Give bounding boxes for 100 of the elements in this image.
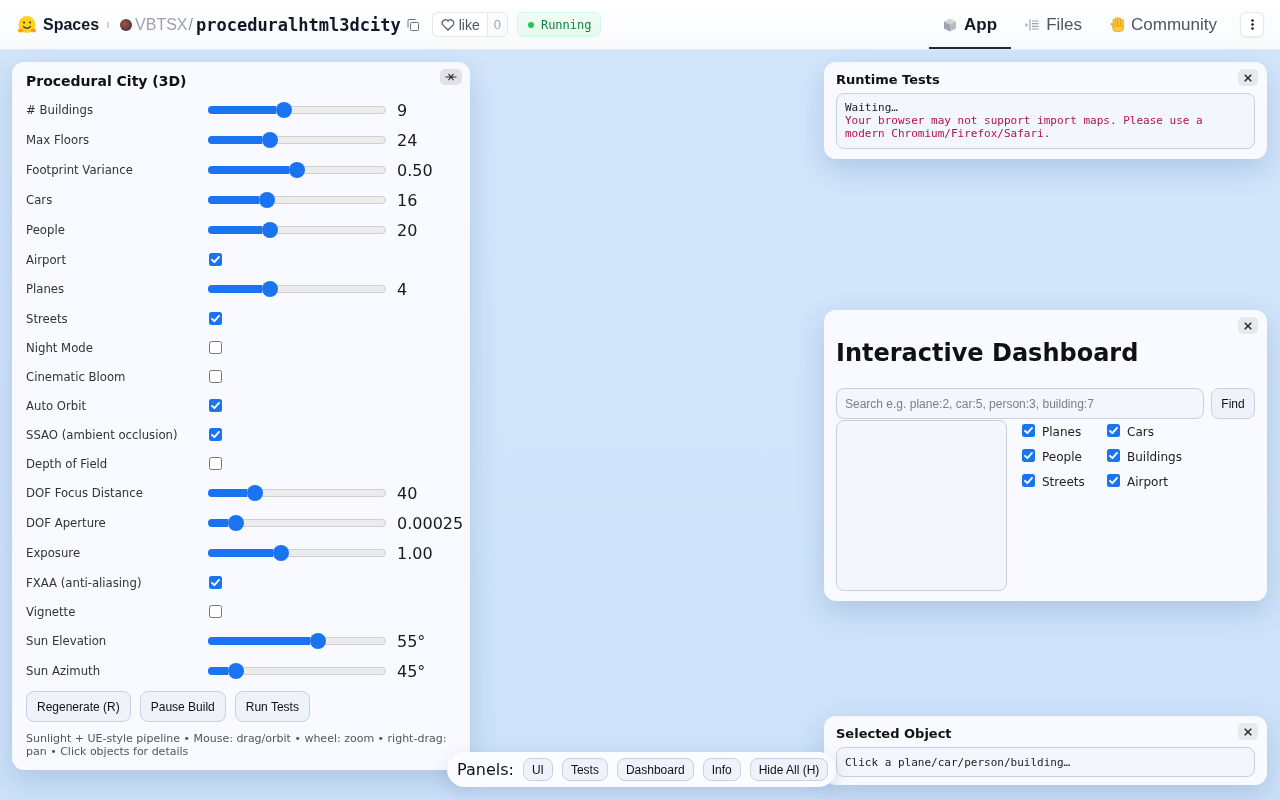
slider-track[interactable] [208,663,386,679]
slider-value: 4 [397,279,409,299]
more-button[interactable] [1240,12,1264,37]
slider-value: 9 [397,100,409,120]
checkbox[interactable] [1022,423,1035,437]
slider-track[interactable] [208,545,386,561]
slider-value: 55° [397,631,427,651]
checkbox[interactable] [209,253,222,266]
slider-value: 45° [397,661,427,681]
status-text: Running [540,17,592,32]
close-button[interactable] [1238,69,1258,86]
close-button[interactable] [1238,317,1258,334]
like-button[interactable]: like [431,12,487,37]
tab[interactable]: Files [1011,0,1097,49]
checkbox[interactable] [209,576,222,589]
checkbox[interactable] [1022,473,1035,487]
filter-label: Planes [1042,424,1082,439]
setting-label: People [26,223,66,237]
hand-icon [1110,17,1125,32]
setting-label: Night Mode [26,340,94,355]
setting-label: DOF Aperture [26,516,107,530]
slider-thumb[interactable] [259,192,276,208]
slider-value: 20 [397,220,419,240]
checkbox[interactable] [1107,423,1120,437]
slider-track[interactable] [208,281,386,297]
app-canvas[interactable] [0,50,1280,800]
smiley-icon [17,14,37,35]
slider-thumb[interactable] [272,545,289,561]
checkbox[interactable] [209,457,222,470]
setting-label: Cars [26,193,54,207]
slider-thumb[interactable] [228,515,245,531]
slider-thumb[interactable] [261,281,278,297]
slider-track[interactable] [208,633,386,649]
slider-thumb[interactable] [309,633,326,649]
filter-label: Streets [1042,474,1085,489]
panel-title: Procedural City (3D) [26,72,187,91]
find-button[interactable]: Find [1211,388,1255,419]
checkbox[interactable] [209,370,222,383]
slider-value: 0.50 [397,160,434,180]
slider-thumb[interactable] [247,485,264,501]
action-button[interactable]: Regenerate (R) [26,691,131,722]
close-button[interactable] [1238,723,1258,740]
selection-info: Click a plane/car/person/building… [836,747,1255,777]
close-icon [1244,727,1252,736]
panel-toggle-button[interactable]: Hide All (H) [749,758,829,781]
slider-track[interactable] [208,515,386,531]
close-button[interactable] [440,69,462,85]
filter-label: Airport [1127,474,1169,489]
checkbox[interactable] [209,399,222,412]
panel-toggle-button[interactable]: Info [702,758,741,781]
setting-label: Streets [26,311,69,326]
slider-track[interactable] [208,102,386,118]
heart-icon [440,18,455,31]
dashboard-title: Interactive Dashboard [836,339,1139,367]
like-count: 0 [486,12,508,37]
path-separator: / [188,15,193,34]
help-text: Sunlight + UE-style pipeline • Mouse: drag/orbit • wheel: zoom • right-drag: pan • Click objects for details [26,732,448,758]
setting-label: DOF Focus Distance [26,486,144,500]
action-button[interactable]: Pause Build [139,691,226,722]
panel-title: Runtime Tests [836,71,940,88]
panel-toggle-button[interactable]: UI [522,758,553,781]
setting-label: Sun Azimuth [26,664,102,678]
setting-label: Max Floors [26,133,91,147]
slider-thumb[interactable] [289,162,305,178]
slider-track[interactable] [208,162,386,178]
checkbox[interactable] [209,605,222,618]
checkbox[interactable] [209,312,222,325]
checkbox[interactable] [209,428,222,441]
spaces-title[interactable]: Spaces [43,15,100,34]
slider-thumb[interactable] [276,102,293,118]
search-field[interactable]: Search e.g. plane:2, car:5, person:3, building:7 [836,388,1204,419]
checkbox[interactable] [1107,473,1120,487]
slider-value: 40 [397,483,419,503]
slider-thumb[interactable] [261,222,278,238]
action-button[interactable]: Run Tests [234,691,310,722]
slider-thumb[interactable] [228,663,245,679]
status-dot-icon [527,21,534,28]
panel-toggle-button[interactable]: Dashboard [616,758,694,781]
files-icon [1025,18,1040,31]
setting-label: Footprint Variance [26,163,134,177]
close-icon [1244,73,1252,82]
slider-thumb[interactable] [261,132,278,148]
setting-label: FXAA (anti-aliasing) [26,575,143,590]
slider-track[interactable] [208,192,386,208]
tab[interactable]: Community [1096,0,1231,49]
setting-label: Vignette [26,604,77,619]
checkbox[interactable] [1107,448,1120,462]
slider-track[interactable] [208,222,386,238]
setting-label: Exposure [26,546,82,560]
slider-track[interactable] [208,132,386,148]
copy-icon[interactable] [406,18,419,31]
avatar-icon [120,18,133,31]
checkbox[interactable] [209,341,222,354]
slider-track[interactable] [208,485,386,501]
checkbox[interactable] [1022,448,1035,462]
setting-label: Auto Orbit [26,398,88,413]
slider-value: 1.00 [397,543,434,563]
repo-name[interactable]: proceduralhtml3dcity [195,14,401,35]
panel-toggle-button[interactable]: Tests [561,758,608,781]
more-icon [1250,19,1254,30]
